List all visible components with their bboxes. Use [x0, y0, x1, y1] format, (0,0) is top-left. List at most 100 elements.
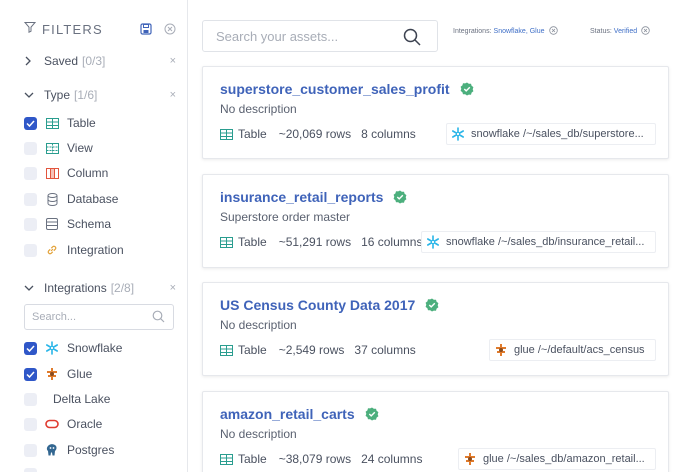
verified-icon: [393, 190, 407, 204]
integrations-section-header[interactable]: Integrations [2/8] ×: [24, 279, 176, 297]
schema-icon: [45, 217, 59, 231]
checkbox-checked[interactable]: [24, 116, 37, 130]
integration-option-snowflake[interactable]: Snowflake: [24, 340, 122, 356]
source-path-text: glue /~/default/acs_census: [514, 344, 645, 356]
integrations-count: [2/8]: [110, 281, 135, 295]
source-path[interactable]: snowflake /~/sales_db/superstore...: [446, 123, 656, 145]
column-count: 16 columns: [361, 235, 423, 249]
type-option-column[interactable]: Column: [24, 165, 108, 181]
chevron-right-icon: [24, 56, 36, 66]
filters-title: FILTERS: [42, 21, 103, 37]
clear-type-icon[interactable]: ×: [170, 89, 176, 101]
snowflake-icon: [45, 341, 59, 355]
checkbox-checked[interactable]: [24, 341, 37, 355]
integration-option-label: Postgres: [67, 443, 115, 457]
search-icon: [152, 310, 165, 326]
clear-saved-icon[interactable]: ×: [170, 55, 176, 67]
integration-option-oracle[interactable]: Oracle: [24, 416, 102, 432]
source-path[interactable]: snowflake /~/sales_db/insurance_retail..…: [421, 231, 656, 253]
integration-option-glue[interactable]: Glue: [24, 366, 92, 382]
asset-meta: Table ~38,079 rows 24 columns: [220, 452, 422, 466]
type-option-label: Schema: [67, 217, 112, 231]
asset-type: Table: [238, 343, 267, 357]
glue-icon: [45, 367, 59, 381]
asset-meta: Table ~20,069 rows 8 columns: [220, 127, 416, 141]
type-option-table[interactable]: Table: [24, 115, 96, 131]
checkbox[interactable]: [24, 243, 37, 257]
filters-sidebar: FILTERS Saved [0/3] × Type [1/6] × Table…: [0, 0, 188, 472]
checkbox[interactable]: [24, 217, 37, 231]
asset-name[interactable]: insurance_retail_reports: [220, 189, 383, 205]
integration-option-label: Glue: [67, 367, 93, 381]
status-filter-chip[interactable]: Status: Verified: [590, 26, 650, 37]
result-card[interactable]: superstore_customer_sales_profit No desc…: [202, 66, 669, 159]
type-option-integration[interactable]: Integration: [24, 242, 124, 258]
asset-name-link[interactable]: US Census County Data 2017: [220, 297, 439, 313]
asset-type: Table: [238, 127, 267, 141]
integrations-label: Integrations: [44, 281, 107, 295]
source-path[interactable]: glue /~/default/acs_census: [489, 339, 656, 361]
result-card[interactable]: US Census County Data 2017 No descriptio…: [202, 282, 669, 376]
saved-count: [0/3]: [82, 54, 106, 68]
postgres-icon: [45, 443, 59, 457]
row-count: ~51,291 rows: [278, 235, 352, 249]
column-count: 8 columns: [361, 127, 416, 141]
checkbox[interactable]: [24, 467, 37, 472]
filter-funnel-icon: [23, 20, 37, 38]
checkbox[interactable]: [24, 443, 37, 457]
verified-icon: [365, 407, 379, 421]
checkbox[interactable]: [24, 166, 37, 180]
type-option-label: Column: [67, 166, 109, 180]
integration-option-delta-lake[interactable]: Delta Lake: [24, 391, 110, 407]
save-filters-icon[interactable]: [140, 22, 152, 40]
column-count: 24 columns: [361, 452, 423, 466]
integrations-filter-chip[interactable]: Integrations: Snowflake, Glue: [453, 26, 558, 37]
source-path-text: snowflake /~/sales_db/insurance_retail..…: [446, 236, 645, 248]
asset-name-link[interactable]: amazon_retail_carts: [220, 406, 379, 422]
type-option-database[interactable]: Database: [24, 191, 118, 207]
asset-description: Superstore order master: [220, 210, 351, 224]
result-card[interactable]: insurance_retail_reports Superstore orde…: [202, 174, 669, 268]
integration-option-postgres[interactable]: Postgres: [24, 442, 114, 458]
type-option-label: Table: [67, 116, 96, 130]
type-option-schema[interactable]: Schema: [24, 216, 111, 232]
asset-name[interactable]: superstore_customer_sales_profit: [220, 81, 450, 97]
integration-search-input[interactable]: Search...: [24, 304, 174, 330]
checkbox[interactable]: [24, 192, 37, 206]
clear-integrations-icon[interactable]: ×: [170, 282, 176, 294]
asset-meta: Table ~2,549 rows 37 columns: [220, 343, 416, 357]
chip-label: Integrations:: [453, 28, 492, 35]
snowflake-icon: [426, 235, 440, 249]
type-section-header[interactable]: Type [1/6] ×: [24, 86, 176, 104]
asset-name-link[interactable]: superstore_customer_sales_profit: [220, 81, 474, 97]
checkbox[interactable]: [24, 392, 37, 406]
type-option-view[interactable]: View: [24, 140, 93, 156]
asset-search-placeholder: Search your assets...: [216, 28, 339, 44]
row-count: ~2,549 rows: [278, 343, 345, 357]
integration-option-label: Snowflake: [67, 341, 123, 355]
asset-name[interactable]: amazon_retail_carts: [220, 406, 355, 422]
remove-chip-icon[interactable]: [548, 26, 558, 37]
search-icon[interactable]: [403, 28, 421, 49]
asset-meta: Table ~51,291 rows 16 columns: [220, 235, 422, 249]
asset-name-link[interactable]: insurance_retail_reports: [220, 189, 407, 205]
checkbox-checked[interactable]: [24, 367, 37, 381]
source-path[interactable]: glue /~/sales_db/amazon_retail...: [458, 448, 656, 470]
result-card[interactable]: amazon_retail_carts No description Table…: [202, 391, 669, 472]
type-option-label: Integration: [67, 243, 124, 257]
checkbox[interactable]: [24, 141, 37, 155]
saved-section-header[interactable]: Saved [0/3] ×: [24, 52, 176, 70]
asset-type: Table: [238, 452, 267, 466]
table-icon: [220, 453, 233, 465]
asset-name[interactable]: US Census County Data 2017: [220, 297, 415, 313]
remove-chip-icon[interactable]: [641, 26, 650, 37]
integration-option-partial[interactable]: [24, 466, 45, 472]
snowflake-icon: [451, 127, 465, 141]
column-count: 37 columns: [354, 343, 416, 357]
clear-filters-icon[interactable]: [164, 22, 176, 40]
row-count: ~38,079 rows: [278, 452, 352, 466]
asset-description: No description: [220, 318, 297, 332]
checkbox[interactable]: [24, 417, 37, 431]
chip-label: Status:: [590, 28, 612, 35]
asset-search-input[interactable]: Search your assets...: [202, 20, 438, 52]
